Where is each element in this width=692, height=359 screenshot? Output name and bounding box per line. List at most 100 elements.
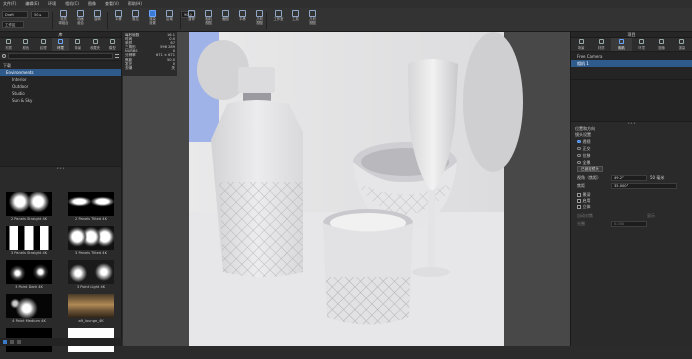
fov-input[interactable]: 49.2°: [611, 175, 647, 181]
projection-radio[interactable]: 正交: [571, 145, 692, 152]
projection-radio[interactable]: 位移: [571, 152, 692, 159]
toolbar-button[interactable]: 工具: [287, 10, 304, 30]
library-tab[interactable]: 材质: [0, 38, 17, 51]
radio-dot[interactable]: [577, 153, 581, 158]
fov-label: 视角（焦距）: [577, 175, 601, 180]
panel-splitter[interactable]: •••: [0, 166, 121, 172]
toolbar-tool-icon: [222, 10, 229, 17]
library-tab[interactable]: 颜色: [17, 38, 34, 51]
environment-thumbnail[interactable]: 3 Panels Straight 4K: [1, 226, 57, 257]
environment-thumbnail[interactable]: 3 Point Dark 4K: [1, 260, 57, 291]
projection-radio[interactable]: 透视: [571, 138, 692, 145]
projection-label: 正交: [582, 145, 591, 151]
environment-thumbnail[interactable]: aft_lounge_4K: [63, 294, 119, 325]
tree-item[interactable]: Interior: [0, 76, 121, 83]
aperture-input[interactable]: 0.000: [611, 221, 647, 227]
library-search-input[interactable]: [8, 53, 113, 59]
thumbnail-label: 3 Panels Straight 4K: [10, 251, 48, 255]
menu-item[interactable]: 相机(C): [65, 1, 79, 7]
menu-item[interactable]: 环境: [48, 1, 56, 7]
project-tab[interactable]: 材质: [591, 38, 611, 51]
toolbar-button[interactable]: 平移: [110, 10, 127, 30]
environment-thumbnail[interactable]: 2 Panels Straight 4K: [1, 192, 57, 223]
fov-extra: 50 毫米: [650, 175, 665, 180]
library-tab[interactable]: 背景: [69, 38, 86, 51]
toolbar-button[interactable]: 材质 球组合: [55, 10, 72, 30]
thumbnail-label: 3 Panels Tilted 4K: [75, 251, 107, 255]
radio-dot[interactable]: [577, 139, 581, 144]
library-tab[interactable]: 模型: [104, 38, 121, 51]
environment-thumbnail[interactable]: 2 Panels Tilted 4K: [63, 192, 119, 223]
menu-item[interactable]: 文件(F): [3, 1, 16, 7]
render-viewport[interactable]: [123, 32, 570, 346]
toolbar-button[interactable]: 渲染 设置: [144, 10, 161, 30]
grid-view-icon[interactable]: [3, 340, 7, 344]
add-icon[interactable]: [17, 340, 21, 344]
menu-item[interactable]: 查看(V): [105, 1, 119, 7]
library-tab[interactable]: 纹理: [35, 38, 52, 51]
camera-item[interactable]: 相机 1: [571, 60, 692, 67]
menu-item[interactable]: 帮助(H): [128, 1, 142, 7]
list-view-icon[interactable]: [10, 340, 14, 344]
menu-icon[interactable]: [115, 54, 119, 58]
environment-thumbnail[interactable]: 4 Point Medium 4K: [1, 294, 57, 325]
camera-item[interactable]: Free Camera: [571, 53, 692, 60]
dof-checkbox[interactable]: [577, 193, 581, 197]
toolbar-button[interactable]: 几何 视图: [304, 10, 321, 30]
tab-label: 场景: [577, 46, 585, 50]
project-tab[interactable]: 场景: [571, 38, 591, 51]
projection-label: 位移: [582, 152, 591, 158]
workspace-select[interactable]: 工作区: [2, 21, 24, 28]
menu-item[interactable]: 编辑(E): [25, 1, 39, 7]
radio-dot[interactable]: [577, 146, 581, 151]
thumbnail-label: 2 Panels Tilted 4K: [75, 217, 107, 221]
environment-thumbnail[interactable]: 3 Panels Tilted 4K: [63, 226, 119, 257]
toolbar-button[interactable]: 暂停: [183, 10, 200, 30]
focal-input[interactable]: 35.000°: [611, 183, 677, 189]
tree-item[interactable]: Sun & Sky: [0, 97, 121, 104]
toolbar-button[interactable]: 推拉: [127, 10, 144, 30]
toolbar-tool-icon: [188, 10, 195, 17]
thumbnail-image: [68, 294, 114, 318]
stereo-row[interactable]: 立体: [571, 204, 692, 210]
project-tab[interactable]: 渲染: [672, 38, 692, 51]
stereo-checkbox[interactable]: [577, 205, 581, 209]
toolbar-button-label: 旋转: [94, 17, 101, 21]
project-tab[interactable]: 环境: [632, 38, 652, 51]
tab-label: 模型: [109, 46, 116, 50]
lock-lens-button[interactable]: 已锁定镜头: [577, 166, 603, 172]
tree-item[interactable]: Outdoor: [0, 83, 121, 90]
toolbar-button[interactable]: 工作室: [270, 10, 287, 30]
thumbnail-image: [6, 294, 52, 318]
toolbar-button[interactable]: 相机 视图: [200, 10, 217, 30]
project-tab[interactable]: 相机: [611, 38, 632, 51]
toolbar-button[interactable]: 平移: [234, 10, 251, 30]
render-mode-select[interactable]: Draft: [2, 11, 28, 18]
stat-label: 去噪: [125, 65, 133, 70]
library-tab[interactable]: 环境: [51, 38, 70, 51]
tab-label: 收藏夹: [90, 46, 100, 50]
search-icon[interactable]: [2, 54, 6, 58]
projection-radio[interactable]: 全景: [571, 159, 692, 166]
tab-icon: [659, 39, 665, 44]
toolbar-tool-icon: [166, 10, 173, 17]
toolbar-button[interactable]: 动画 组合: [72, 10, 89, 30]
environment-thumbnail[interactable]: 3 Point Light 4K: [63, 260, 119, 291]
toolbar-button[interactable]: 区域: [161, 10, 178, 30]
project-tab[interactable]: 图像: [652, 38, 672, 51]
menu-item[interactable]: 图像: [88, 1, 96, 7]
radio-dot[interactable]: [577, 160, 581, 165]
toolbar-tool-icon: [77, 10, 84, 17]
render-quality-select[interactable]: 50 ▸: [31, 11, 49, 18]
toolbar-tool-icon: [275, 10, 282, 17]
toolbar-button[interactable]: 截图: [217, 10, 234, 30]
library-tab[interactable]: 收藏夹: [86, 38, 103, 51]
tree-item[interactable]: Studio: [0, 90, 121, 97]
aperture-label: 光圈: [577, 221, 585, 226]
tree-item[interactable]: Environments: [0, 69, 121, 76]
dof-enable-checkbox[interactable]: [577, 199, 581, 203]
toolbar-button[interactable]: 旋转: [89, 10, 106, 30]
tree-root[interactable]: 下载: [0, 62, 121, 69]
thumbnail-image: [6, 226, 52, 250]
tab-icon: [598, 39, 604, 44]
